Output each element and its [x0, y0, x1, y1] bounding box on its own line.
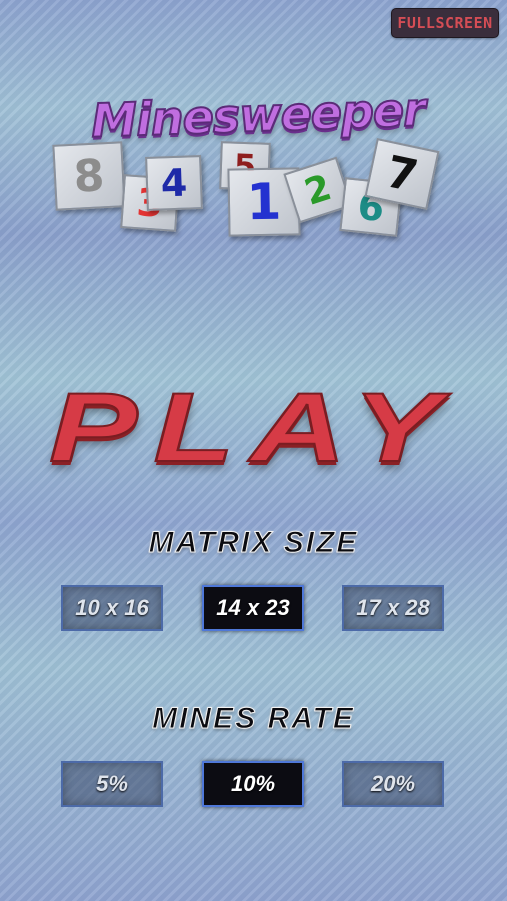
logo-tile-4: 4 [145, 155, 203, 211]
play-button[interactable]: PLAY [0, 371, 507, 483]
matrix-size-title: MATRIX SIZE [148, 526, 359, 560]
minesweeper-logo: Minesweeper 8 3 4 5 1 2 6 7 [40, 81, 470, 248]
matrix-size-option-14x23[interactable]: 14 x 23 [202, 585, 304, 631]
play-label: PLAY [48, 371, 458, 483]
mines-rate-title: MINES RATE [152, 702, 355, 736]
mines-rate-option-5[interactable]: 5% [61, 761, 163, 807]
mines-rate-option-10[interactable]: 10% [202, 761, 304, 807]
matrix-size-option-10x16[interactable]: 10 x 16 [61, 585, 163, 631]
logo-tile-7: 7 [364, 138, 440, 210]
logo-title: Minesweeper [89, 81, 426, 149]
matrix-size-option-17x28[interactable]: 17 x 28 [342, 585, 444, 631]
fullscreen-button[interactable]: FULLSCREEN [391, 8, 499, 38]
mines-rate-option-20[interactable]: 20% [342, 761, 444, 807]
logo-tile-8: 8 [52, 141, 126, 211]
